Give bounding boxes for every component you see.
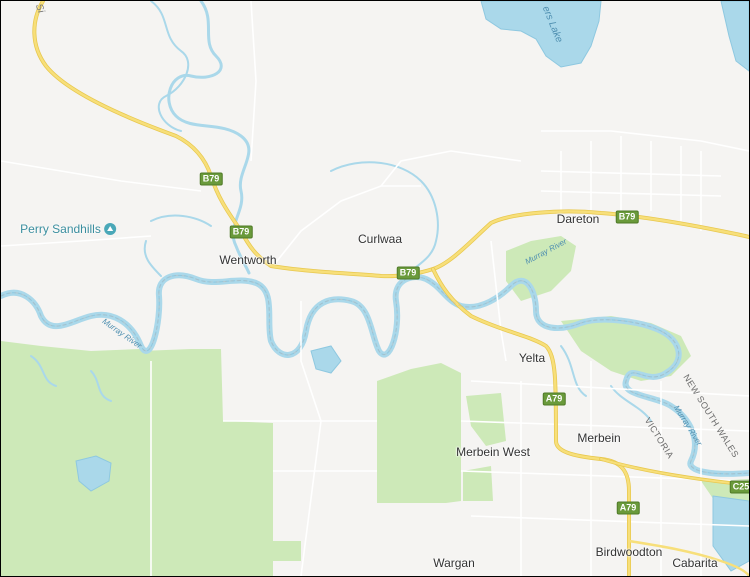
park-central: [377, 363, 461, 503]
lake-river-oxbow: [310, 345, 342, 374]
place-dareton[interactable]: Dareton: [557, 212, 600, 226]
map-base-layer: [1, 1, 749, 576]
map-canvas[interactable]: ers Lake Si Murray River Murray River Mu…: [0, 0, 750, 577]
route-shield-b79[interactable]: B79: [396, 266, 420, 280]
place-merbein-west[interactable]: Merbein West: [456, 445, 530, 459]
highway-a79-fill: [431, 267, 631, 576]
park-west-large: [1, 341, 273, 576]
park-small-south: [273, 541, 301, 561]
river-channel-curlwaa: [330, 161, 439, 272]
landmark-icon: [103, 223, 116, 235]
river-channel-west: [143, 214, 212, 277]
route-shield-b79[interactable]: B79: [199, 172, 223, 186]
place-curlwaa[interactable]: Curlwaa: [358, 232, 402, 246]
park-areas: [1, 236, 749, 576]
route-shield-b79[interactable]: B79: [229, 225, 253, 239]
place-yelta[interactable]: Yelta: [519, 351, 545, 365]
place-birdwoodton[interactable]: Birdwoodton: [596, 545, 663, 559]
place-wargan[interactable]: Wargan: [433, 556, 475, 570]
route-shield-b79[interactable]: B79: [615, 210, 639, 224]
river-anabranch-north: [150, 1, 190, 132]
place-wentworth[interactable]: Wentworth: [219, 253, 276, 267]
place-merbein[interactable]: Merbein: [577, 431, 620, 445]
highway-a79: [431, 267, 631, 576]
poi-label: Perry Sandhills: [20, 222, 101, 236]
lake-northeast: [720, 1, 749, 72]
poi-perry-sandhills[interactable]: Perry Sandhills: [20, 222, 116, 236]
route-shield-c25[interactable]: C25: [729, 480, 749, 494]
route-shield-a79[interactable]: A79: [616, 501, 640, 515]
place-cabarita[interactable]: Cabarita: [672, 556, 717, 570]
route-shield-a79[interactable]: A79: [542, 392, 566, 406]
